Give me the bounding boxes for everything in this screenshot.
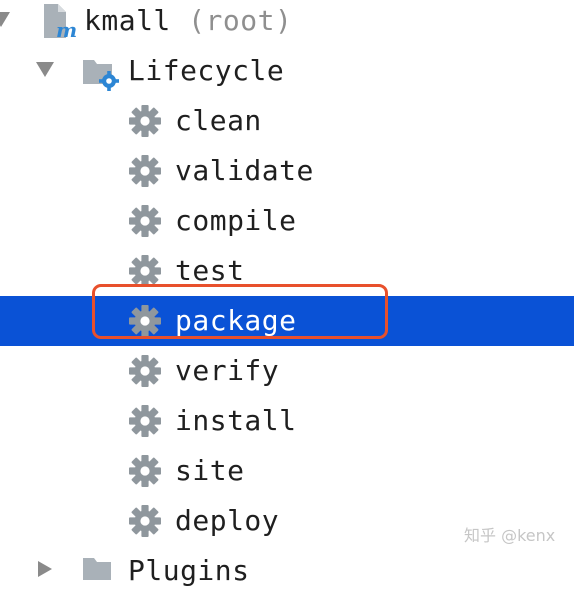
phase-label: install bbox=[175, 404, 297, 437]
svg-text:m: m bbox=[56, 18, 77, 40]
tree-row-phase-site[interactable]: site bbox=[0, 446, 574, 496]
phase-label: clean bbox=[175, 104, 262, 137]
tree-row-phase-test[interactable]: test bbox=[0, 246, 574, 296]
phase-label: validate bbox=[175, 154, 314, 187]
phase-label: site bbox=[175, 454, 245, 487]
tree-row-phase-compile[interactable]: compile bbox=[0, 196, 574, 246]
phase-label: compile bbox=[175, 204, 297, 237]
gear-icon bbox=[129, 255, 161, 287]
gear-icon bbox=[129, 205, 161, 237]
tree-row-root[interactable]: m kmall (root) bbox=[0, 0, 574, 46]
tree-row-phase-verify[interactable]: verify bbox=[0, 346, 574, 396]
gear-icon bbox=[129, 155, 161, 187]
phase-label: verify bbox=[175, 354, 280, 387]
tree-row-phase-install[interactable]: install bbox=[0, 396, 574, 446]
lifecycle-label: Lifecycle bbox=[128, 54, 285, 87]
watermark: 知乎 @kenx bbox=[464, 526, 556, 545]
phase-label: package bbox=[175, 304, 297, 337]
expand-arrow-icon[interactable] bbox=[0, 0, 20, 46]
plugins-label: Plugins bbox=[128, 554, 250, 587]
phase-label: deploy bbox=[175, 504, 280, 537]
tree-row-lifecycle[interactable]: Lifecycle bbox=[0, 46, 574, 96]
maven-module-icon: m bbox=[42, 2, 78, 42]
gear-icon bbox=[129, 355, 161, 387]
root-project-name: kmall bbox=[84, 4, 171, 37]
gear-icon bbox=[129, 105, 161, 137]
root-suffix: (root) bbox=[188, 4, 293, 37]
phase-label: test bbox=[175, 254, 245, 287]
gear-icon bbox=[129, 505, 161, 537]
gear-icon bbox=[129, 455, 161, 487]
tree-row-phase-package[interactable]: package bbox=[0, 296, 574, 346]
gear-icon bbox=[129, 305, 161, 337]
tree-row-phase-clean[interactable]: clean bbox=[0, 96, 574, 146]
lifecycle-folder-icon bbox=[82, 56, 122, 92]
tree-row-plugins[interactable]: Plugins bbox=[0, 546, 574, 596]
expand-arrow-icon[interactable] bbox=[34, 46, 64, 96]
tree-row-phase-validate[interactable]: validate bbox=[0, 146, 574, 196]
collapse-arrow-icon[interactable] bbox=[34, 546, 64, 596]
plugins-folder-icon bbox=[82, 556, 112, 582]
gear-icon bbox=[129, 405, 161, 437]
